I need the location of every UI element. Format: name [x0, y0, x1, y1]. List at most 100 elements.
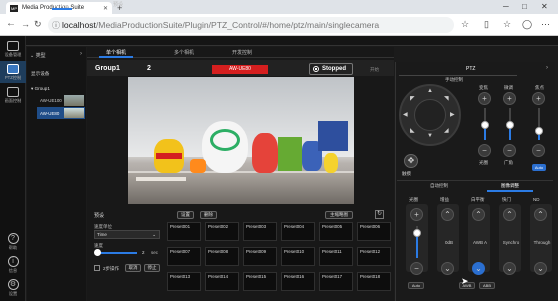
type-selector[interactable]: ⌄ 类型 — [30, 52, 46, 59]
preset-cell[interactable]: Preset017 — [319, 272, 353, 291]
device-icon — [7, 41, 19, 51]
tab-main[interactable]: 主画面 — [52, 0, 72, 10]
white-balance-down-button[interactable]: ⌄ — [472, 262, 485, 275]
cancel-button[interactable]: 取消 — [125, 264, 141, 272]
preset-cell[interactable]: Preset002 — [205, 222, 239, 241]
nd-down-button[interactable]: ⌄ — [534, 262, 547, 275]
maximize-icon[interactable]: □ — [522, 2, 527, 11]
preset-cell[interactable]: Preset008 — [205, 247, 239, 266]
preset-cell[interactable]: Preset003 — [243, 222, 277, 241]
close-window-icon[interactable]: ✕ — [541, 2, 548, 11]
speed-slider-knob[interactable] — [94, 249, 101, 256]
gain-up-button[interactable]: ⌃ — [441, 208, 454, 221]
touch-move-icon[interactable]: ✥ — [404, 154, 418, 168]
refresh-icon[interactable]: ↻ — [375, 210, 384, 219]
preset-cell[interactable]: Preset013 — [167, 272, 201, 291]
speed-slider[interactable] — [95, 252, 137, 254]
delete-preset-button[interactable]: 删除 — [200, 211, 217, 219]
focus-slider[interactable] — [535, 108, 543, 140]
iris-down-button[interactable]: − — [410, 262, 423, 275]
device-item-ue100[interactable]: AW-UE100 — [37, 94, 85, 106]
pan-tilt-center[interactable] — [414, 99, 446, 131]
site-info-icon[interactable]: ⓘ — [52, 20, 60, 31]
favorite-star-icon[interactable]: ☆ — [461, 19, 469, 30]
record-status[interactable]: Stopped — [309, 63, 353, 75]
focus-far-button[interactable]: + — [532, 92, 545, 105]
tab-single-camera[interactable]: 单个相机 — [99, 48, 133, 58]
profile-icon[interactable]: ◯ — [522, 19, 532, 30]
favorites-icon[interactable]: ☆ — [503, 19, 511, 30]
fine-up-button[interactable]: + — [503, 92, 516, 105]
zoom-out-button[interactable]: − — [478, 144, 491, 157]
white-balance-up-button[interactable]: ⌃ — [472, 208, 485, 221]
preset-label: Preset001 — [170, 224, 191, 229]
iris-up-button[interactable]: + — [410, 208, 423, 221]
zoom-slider[interactable] — [481, 108, 489, 140]
arrow-left-icon[interactable]: ◀ — [403, 111, 408, 118]
stop-button[interactable]: 停止 — [144, 264, 160, 272]
iris-slider[interactable] — [413, 226, 421, 258]
minimize-icon[interactable]: ─ — [503, 2, 509, 11]
close-tab-icon[interactable]: ✕ — [103, 5, 108, 12]
start-label[interactable]: 开始 — [370, 67, 379, 73]
zoom-in-button[interactable]: + — [478, 92, 491, 105]
sidebar-item-screen[interactable]: 画面控制 — [0, 84, 26, 106]
main-thumbnail-button[interactable]: 主缩略图 — [325, 211, 353, 219]
split-view-icon[interactable]: ▯ — [484, 19, 489, 30]
fine-down-button[interactable]: − — [503, 144, 516, 157]
collapse-panel-icon[interactable]: › — [80, 51, 82, 57]
url-input[interactable]: ⓘ localhost/MediaProductionSuite/Plugin/… — [48, 17, 454, 33]
arrow-right-icon[interactable]: ▶ — [450, 111, 455, 118]
arrow-up-right-icon[interactable]: ◥ — [444, 95, 449, 102]
preset-cell[interactable]: Preset012 — [357, 247, 391, 266]
preset-cell[interactable]: Preset001 — [167, 222, 201, 241]
arrow-down-icon[interactable]: ▼ — [427, 133, 433, 139]
image-adjust-tab[interactable]: 图像调整 — [487, 183, 533, 192]
iris-auto-button[interactable]: Auto — [408, 282, 424, 289]
camera-preview-image[interactable] — [128, 77, 354, 204]
reload-icon[interactable]: ↻ — [34, 19, 42, 30]
set-preset-button[interactable]: 设置 — [177, 211, 194, 219]
preset-cell[interactable]: Preset009 — [243, 247, 277, 266]
preset-cell[interactable]: Preset011 — [319, 247, 353, 266]
arrow-up-icon[interactable]: ▲ — [427, 88, 433, 94]
preset-cell[interactable]: Preset016 — [281, 272, 315, 291]
sidebar-item-ptz[interactable]: PTZ控制 — [0, 61, 26, 83]
abb-button[interactable]: ABB — [479, 282, 495, 289]
tab-multi-camera[interactable]: 多个相机 — [167, 48, 201, 58]
preset-cell[interactable]: Preset006 — [357, 222, 391, 241]
fine-slider[interactable] — [506, 108, 514, 140]
nd-up-button[interactable]: ⌃ — [534, 208, 547, 221]
arrow-up-left-icon[interactable]: ◤ — [410, 95, 415, 102]
sidebar-item-settings[interactable]: ⚙ 设置 — [0, 277, 26, 297]
arrow-down-right-icon[interactable]: ◢ — [444, 127, 449, 134]
shutter-down-button[interactable]: ⌄ — [503, 262, 516, 275]
focus-auto-button[interactable]: Auto — [532, 164, 546, 171]
sidebar-item-info[interactable]: i 信息 — [0, 254, 26, 274]
tab-dev-control[interactable]: 开发控制 — [225, 48, 259, 58]
back-icon[interactable]: ← — [6, 18, 16, 29]
preset-cell[interactable]: Preset018 — [357, 272, 391, 291]
forward-icon[interactable]: → — [21, 19, 30, 29]
group-item[interactable]: ▾ Group1 — [31, 86, 50, 92]
device-item-ue80[interactable]: AW-UE80 — [37, 107, 85, 119]
menu-icon[interactable]: ⋯ — [541, 19, 550, 30]
gain-down-button[interactable]: ⌄ — [441, 262, 454, 275]
preset-cell[interactable]: Preset004 — [281, 222, 315, 241]
shutter-up-button[interactable]: ⌃ — [503, 208, 516, 221]
camera-icon — [7, 64, 19, 74]
speed-unit-select[interactable]: Time ⌄ — [94, 230, 160, 239]
preset-cell[interactable]: Preset014 — [205, 272, 239, 291]
preset-cell[interactable]: Preset010 — [281, 247, 315, 266]
sidebar-item-device[interactable]: 设备管理 — [0, 38, 26, 60]
arrow-down-left-icon[interactable]: ◣ — [410, 127, 415, 134]
collapse-ptz-icon[interactable]: › — [546, 65, 548, 71]
auto-control-tab[interactable]: 自动控制 — [430, 183, 448, 189]
tab-preset[interactable]: 预设 — [110, 0, 126, 10]
sidebar-item-help[interactable]: ? 帮助 — [0, 231, 26, 251]
preset-cell[interactable]: Preset007 — [167, 247, 201, 266]
two-step-checkbox[interactable] — [94, 265, 100, 271]
preset-cell[interactable]: Preset015 — [243, 272, 277, 291]
focus-near-button[interactable]: − — [532, 144, 545, 157]
preset-cell[interactable]: Preset005 — [319, 222, 353, 241]
